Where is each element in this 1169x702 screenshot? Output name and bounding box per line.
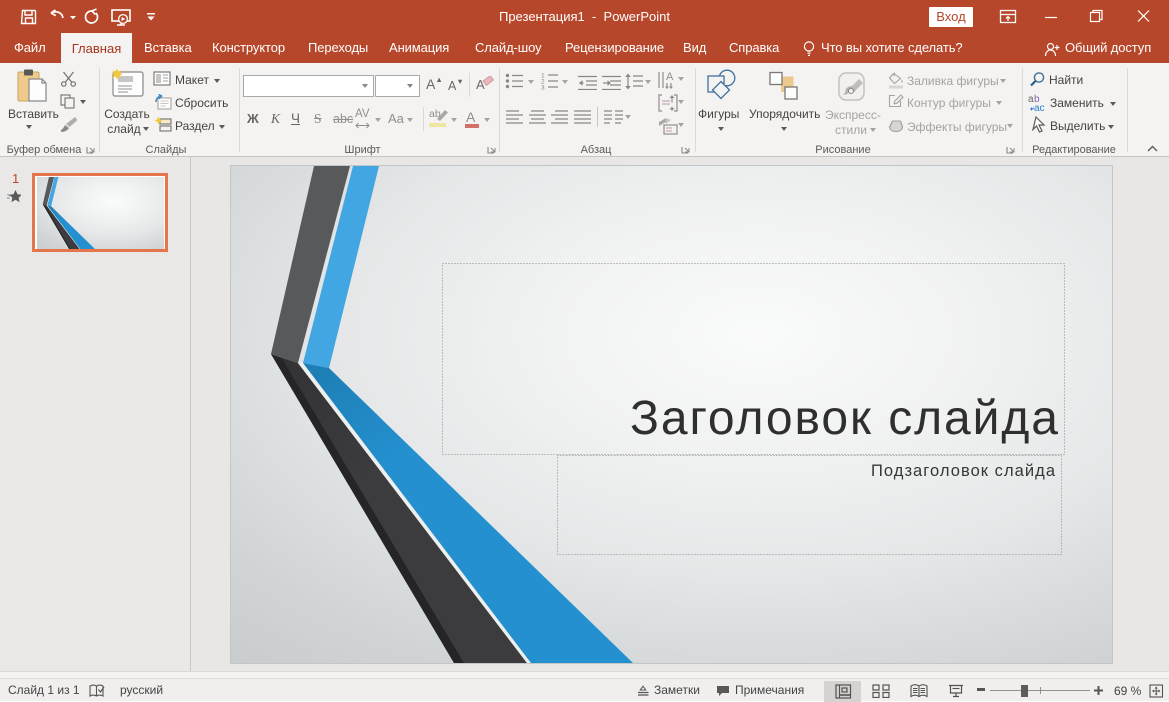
svg-text:Заголовок слайда: Заголовок слайда bbox=[630, 392, 1058, 445]
svg-text:ac: ac bbox=[1034, 103, 1045, 112]
svg-text:3: 3 bbox=[541, 85, 545, 91]
svg-text:A: A bbox=[666, 71, 674, 83]
svg-text:А: А bbox=[476, 77, 485, 92]
svg-text:Подзаголовок слайда: Подзаголовок слайда bbox=[871, 462, 1056, 480]
